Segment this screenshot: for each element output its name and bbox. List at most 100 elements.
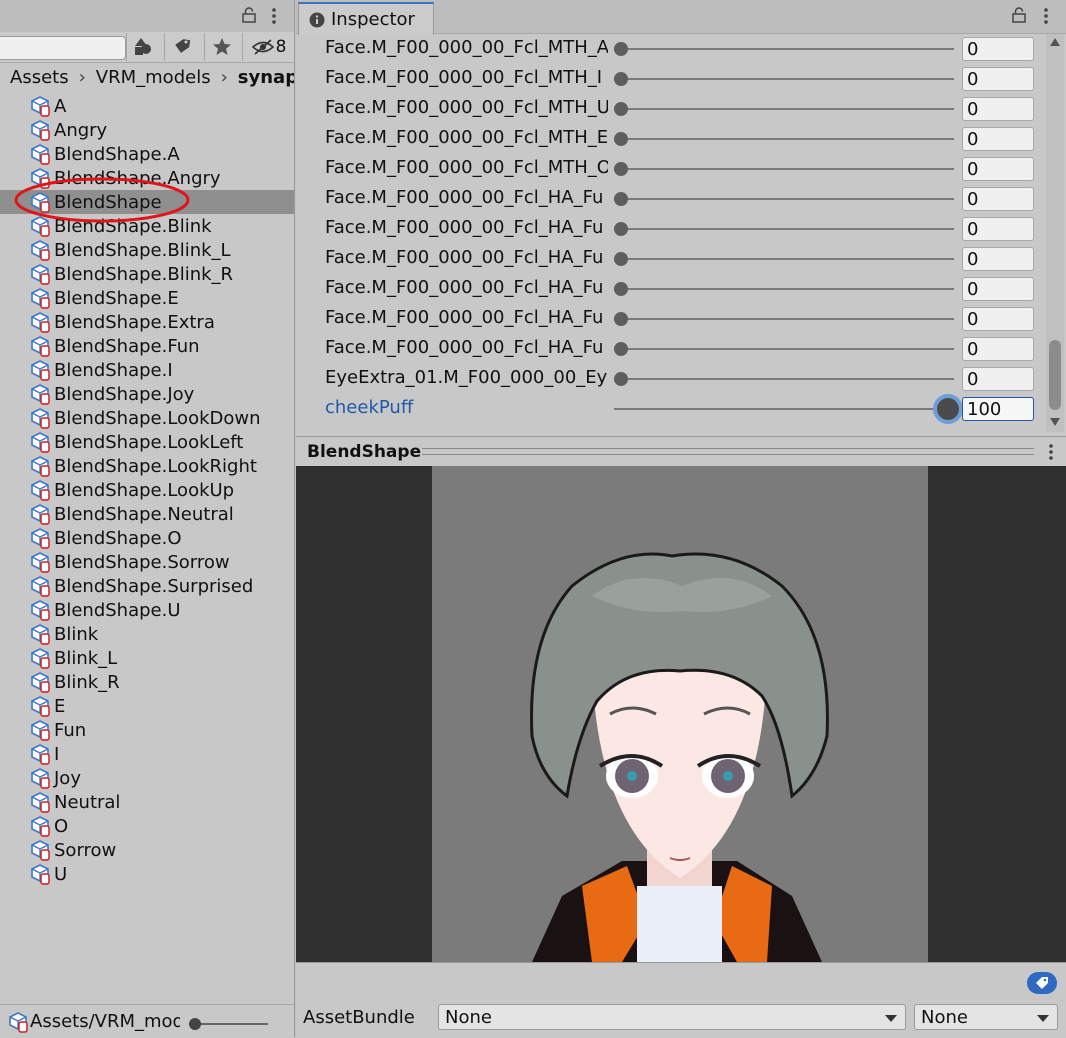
asset-list-item[interactable]: Fun	[0, 718, 294, 742]
asset-list-item[interactable]: Neutral	[0, 790, 294, 814]
blendshape-slider-track[interactable]	[614, 138, 954, 140]
blendshape-value-field[interactable]: 0	[962, 277, 1034, 301]
blendshape-value-field[interactable]: 0	[962, 367, 1034, 391]
asset-bundle-name-dropdown[interactable]: None	[438, 1004, 906, 1030]
blendshape-value-field[interactable]: 0	[962, 97, 1034, 121]
asset-list-item[interactable]: BlendShape.Fun	[0, 334, 294, 358]
asset-list-item[interactable]: BlendShape.LookUp	[0, 478, 294, 502]
asset-list-item[interactable]: BlendShape.A	[0, 142, 294, 166]
asset-list-item[interactable]: Blink_R	[0, 670, 294, 694]
blendshape-slider-knob[interactable]	[937, 398, 959, 420]
asset-list-item[interactable]: BlendShape.Sorrow	[0, 550, 294, 574]
blendshape-slider-track[interactable]	[614, 108, 954, 110]
favorites-button[interactable]	[204, 33, 239, 61]
lock-icon[interactable]	[1012, 7, 1026, 23]
scroll-down-icon[interactable]	[1050, 418, 1060, 426]
blendshape-slider-knob[interactable]	[614, 222, 628, 236]
icon-size-slider[interactable]	[188, 1015, 270, 1030]
asset-list-item[interactable]: BlendShape.Extra	[0, 310, 294, 334]
blendshape-slider-track[interactable]	[614, 48, 954, 50]
preview-drag-handle[interactable]	[422, 448, 1034, 455]
blendshape-slider-knob[interactable]	[614, 342, 628, 356]
blendshape-value-field[interactable]: 0	[962, 307, 1034, 331]
asset-list-item[interactable]: Angry	[0, 118, 294, 142]
asset-list-item[interactable]: Sorrow	[0, 838, 294, 862]
breadcrumb-current[interactable]: synaps	[238, 67, 294, 88]
blendshape-slider-knob[interactable]	[614, 72, 628, 86]
blendshape-slider-track[interactable]	[614, 288, 954, 290]
blendshape-slider-track[interactable]	[614, 408, 954, 410]
blendshape-slider-knob[interactable]	[614, 162, 628, 176]
blendshape-value-field[interactable]: 0	[962, 217, 1034, 241]
asset-list-item[interactable]: BlendShape.O	[0, 526, 294, 550]
inspector-scrollbar[interactable]	[1046, 34, 1064, 432]
asset-list-item[interactable]: BlendShape.Surprised	[0, 574, 294, 598]
blendshape-slider-knob[interactable]	[614, 192, 628, 206]
asset-list-item[interactable]: I	[0, 742, 294, 766]
kebab-menu-icon[interactable]	[1042, 7, 1050, 25]
blendshape-slider-knob[interactable]	[614, 312, 628, 326]
blendshape-value-field[interactable]: 0	[962, 37, 1034, 61]
blendshape-value-field[interactable]: 0	[962, 157, 1034, 181]
blendshape-value-field[interactable]: 0	[962, 127, 1034, 151]
breadcrumb-vrm-models[interactable]: VRM_models	[96, 67, 211, 88]
blendshape-slider-knob[interactable]	[614, 42, 628, 56]
asset-list-item[interactable]: BlendShape.I	[0, 358, 294, 382]
blendshape-value-field[interactable]: 0	[962, 187, 1034, 211]
blendshape-slider-track[interactable]	[614, 318, 954, 320]
blendshape-slider-track[interactable]	[614, 228, 954, 230]
blendshape-slider-track[interactable]	[614, 78, 954, 80]
asset-bundle-variant-dropdown[interactable]: None	[914, 1004, 1058, 1030]
asset-list-item[interactable]: BlendShape.Blink_R	[0, 262, 294, 286]
asset-list-item[interactable]: O	[0, 814, 294, 838]
blendshape-label: Face.M_F00_000_00_Fcl_MTH_U	[325, 97, 608, 118]
project-status-bar: Assets/VRM_mode	[0, 1004, 294, 1038]
asset-list-item[interactable]: BlendShape.LookDown	[0, 406, 294, 430]
asset-list-item[interactable]: U	[0, 862, 294, 886]
asset-label-tag-icon[interactable]	[1027, 972, 1057, 994]
filter-by-type-button[interactable]	[126, 33, 161, 61]
blendshape-value-field[interactable]: 0	[962, 247, 1034, 271]
blendshape-slider-track[interactable]	[614, 168, 954, 170]
blendshape-value-field[interactable]: 0	[962, 337, 1034, 361]
asset-list-item[interactable]: Joy	[0, 766, 294, 790]
asset-list-item[interactable]: BlendShape.E	[0, 286, 294, 310]
blendshape-slider-track[interactable]	[614, 348, 954, 350]
blendshape-value-field[interactable]: 0	[962, 67, 1034, 91]
scroll-up-icon[interactable]	[1050, 38, 1060, 46]
asset-list-item[interactable]: BlendShape.Joy	[0, 382, 294, 406]
scrollbar-thumb[interactable]	[1049, 340, 1061, 410]
blendshape-slider-knob[interactable]	[614, 102, 628, 116]
kebab-menu-icon[interactable]	[1047, 443, 1055, 461]
asset-list-item[interactable]: Blink	[0, 622, 294, 646]
hidden-packages-toggle[interactable]: 8	[242, 33, 295, 61]
asset-list-item[interactable]: A	[0, 94, 294, 118]
asset-list-item-label: BlendShape.Surprised	[54, 575, 254, 597]
asset-list-item[interactable]: BlendShape.U	[0, 598, 294, 622]
blendshape-slider-track[interactable]	[614, 378, 954, 380]
asset-list-item[interactable]: BlendShape.LookRight	[0, 454, 294, 478]
asset-list-item[interactable]: BlendShape.Blink_L	[0, 238, 294, 262]
blendshape-asset-icon	[30, 671, 52, 693]
blendshape-slider-knob[interactable]	[614, 132, 628, 146]
blendshape-value-field[interactable]: 100	[962, 397, 1034, 421]
asset-list-item[interactable]: E	[0, 694, 294, 718]
blendshape-slider-knob[interactable]	[614, 252, 628, 266]
asset-list-item[interactable]: BlendShape.Neutral	[0, 502, 294, 526]
project-search-input[interactable]	[0, 36, 126, 60]
kebab-menu-icon[interactable]	[270, 7, 278, 25]
blendshape-asset-icon	[30, 503, 52, 525]
filter-by-label-button[interactable]	[164, 33, 199, 61]
blendshape-slider-knob[interactable]	[614, 372, 628, 386]
blendshape-slider-track[interactable]	[614, 198, 954, 200]
breadcrumb-assets[interactable]: Assets	[10, 67, 69, 88]
asset-list-item[interactable]: BlendShape.LookLeft	[0, 430, 294, 454]
lock-icon[interactable]	[242, 7, 256, 23]
blendshape-asset-icon	[30, 815, 52, 837]
asset-bundle-label: AssetBundle	[303, 1007, 415, 1028]
asset-list-item-label: BlendShape.Extra	[54, 311, 215, 333]
asset-list-item[interactable]: Blink_L	[0, 646, 294, 670]
tab-inspector[interactable]: Inspector	[298, 2, 434, 35]
blendshape-slider-knob[interactable]	[614, 282, 628, 296]
blendshape-slider-track[interactable]	[614, 258, 954, 260]
